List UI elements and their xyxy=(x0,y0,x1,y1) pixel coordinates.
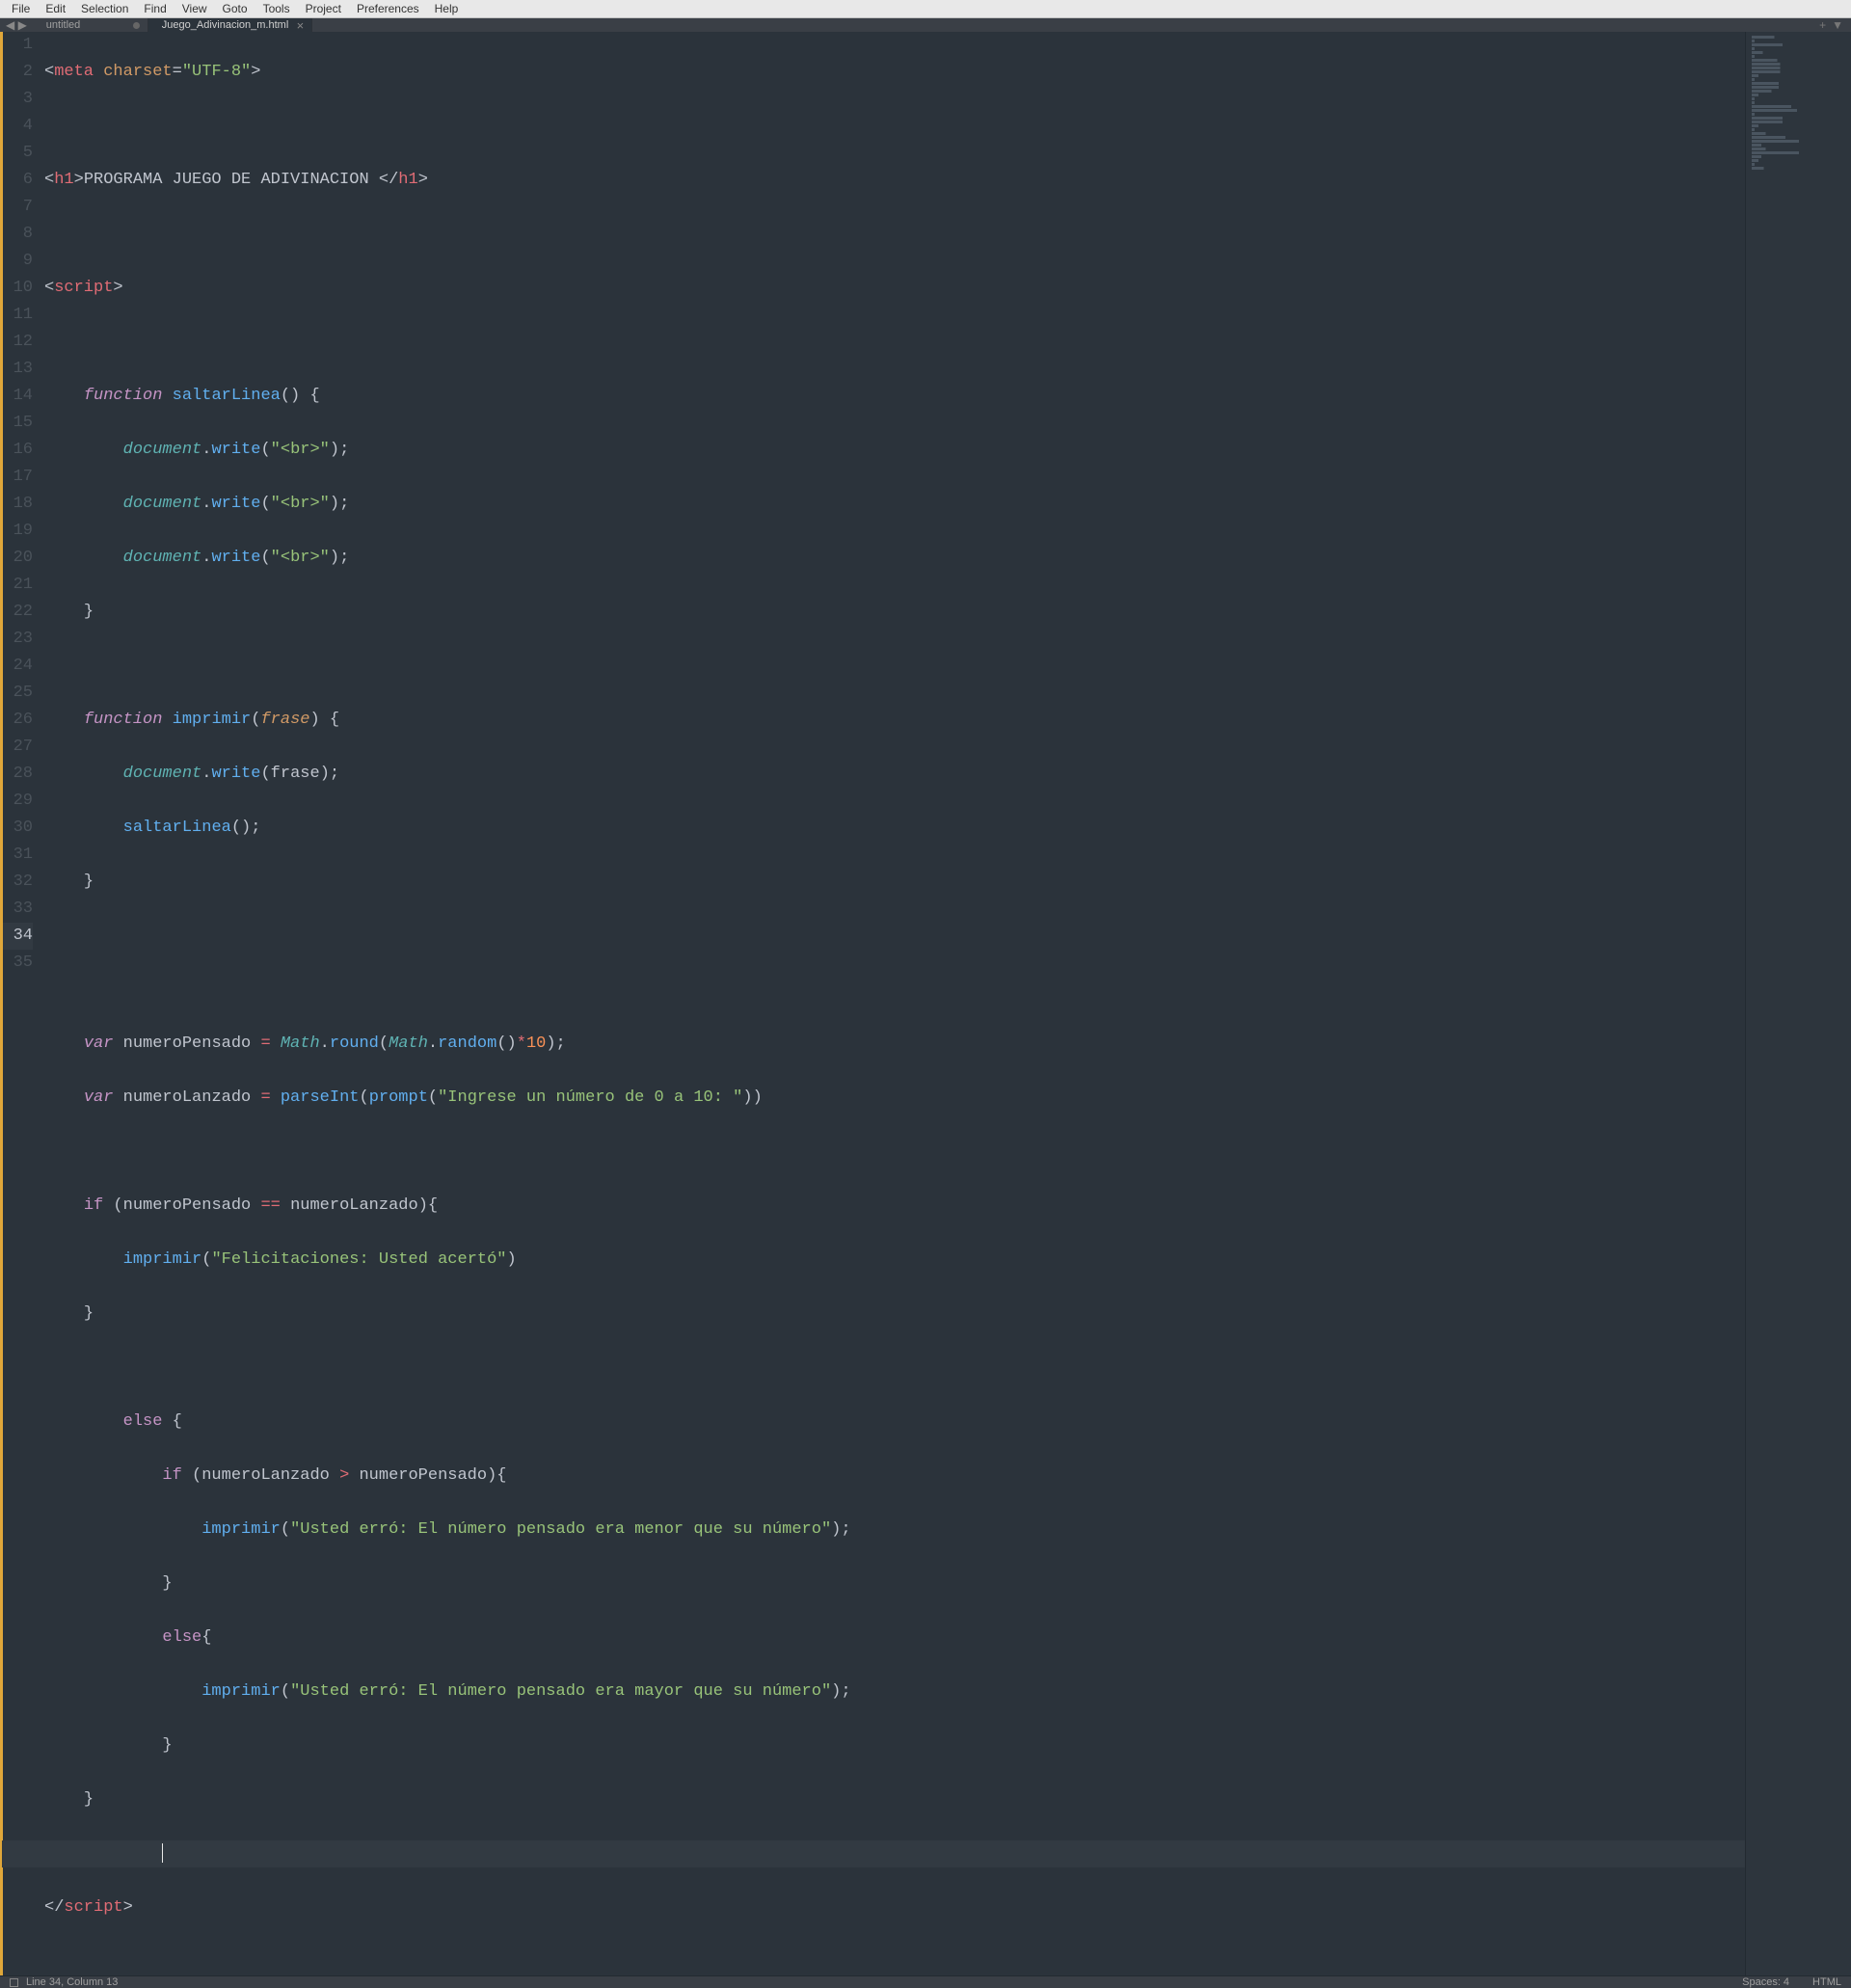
status-bar: Line 34, Column 13 Spaces: 4 HTML xyxy=(0,1975,1851,1988)
menu-file[interactable]: File xyxy=(4,0,38,17)
minimap[interactable] xyxy=(1745,32,1851,1975)
tab-bar: ◀ ▶ untitled Juego_Adivinacion_m.html × … xyxy=(0,18,1851,32)
menu-help[interactable]: Help xyxy=(427,0,467,17)
menu-view[interactable]: View xyxy=(174,0,215,17)
tab-overflow-icon[interactable]: ▼ xyxy=(1832,18,1843,32)
menu-preferences[interactable]: Preferences xyxy=(349,0,427,17)
tab-bar-actions: + ▼ xyxy=(1811,18,1851,32)
status-syntax[interactable]: HTML xyxy=(1812,1976,1841,1988)
menu-project[interactable]: Project xyxy=(298,0,349,17)
menu-tools[interactable]: Tools xyxy=(255,0,298,17)
menu-bar: File Edit Selection Find View Goto Tools… xyxy=(0,0,1851,18)
status-spaces[interactable]: Spaces: 4 xyxy=(1742,1976,1789,1988)
line-gutter: 1234567891011121314151617181920212223242… xyxy=(0,32,44,1975)
menu-goto[interactable]: Goto xyxy=(215,0,255,17)
tab-label: Juego_Adivinacion_m.html xyxy=(162,19,288,31)
close-icon[interactable]: × xyxy=(297,19,305,32)
tab-juego-adivinacion[interactable]: Juego_Adivinacion_m.html × xyxy=(148,18,312,32)
panel-toggle-icon[interactable] xyxy=(10,1978,18,1987)
dirty-dot-icon xyxy=(133,22,140,29)
editor[interactable]: 1234567891011121314151617181920212223242… xyxy=(0,32,1851,1975)
tab-nav-arrows[interactable]: ◀ ▶ xyxy=(0,18,33,32)
status-position[interactable]: Line 34, Column 13 xyxy=(26,1976,118,1988)
text-cursor xyxy=(162,1843,163,1863)
menu-edit[interactable]: Edit xyxy=(38,0,73,17)
menu-selection[interactable]: Selection xyxy=(73,0,136,17)
tab-label: untitled xyxy=(46,19,80,31)
new-tab-icon[interactable]: + xyxy=(1819,18,1826,32)
code-area[interactable]: <meta charset="UTF-8"> <h1>PROGRAMA JUEG… xyxy=(44,32,1745,1975)
tab-untitled[interactable]: untitled xyxy=(33,18,148,32)
menu-find[interactable]: Find xyxy=(136,0,174,17)
